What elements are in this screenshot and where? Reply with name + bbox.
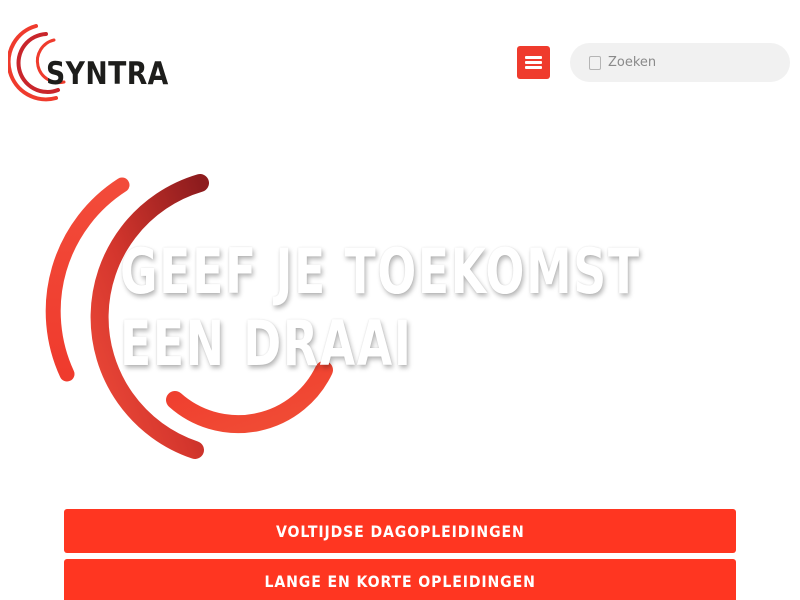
voltijdse-dagopleidingen-button[interactable]: VOLTIJDSE DAGOPLEIDINGEN bbox=[64, 509, 736, 553]
lange-en-korte-opleidingen-button[interactable]: LANGE EN KORTE OPLEIDINGEN bbox=[64, 559, 736, 600]
hero-title-line-2: EEN DRAAI bbox=[120, 307, 413, 380]
hero-title: GEEF JE TOEKOMST EEN DRAAI bbox=[120, 236, 641, 380]
hero-title-line-1: GEEF JE TOEKOMST bbox=[120, 235, 641, 308]
cta-label: VOLTIJDSE DAGOPLEIDINGEN bbox=[275, 521, 525, 541]
page: SYNTRA Zoeken GEEF JE TOEKOMST EEN DRAAI… bbox=[0, 0, 800, 600]
cta-label: LANGE EN KORTE OPLEIDINGEN bbox=[264, 571, 536, 591]
